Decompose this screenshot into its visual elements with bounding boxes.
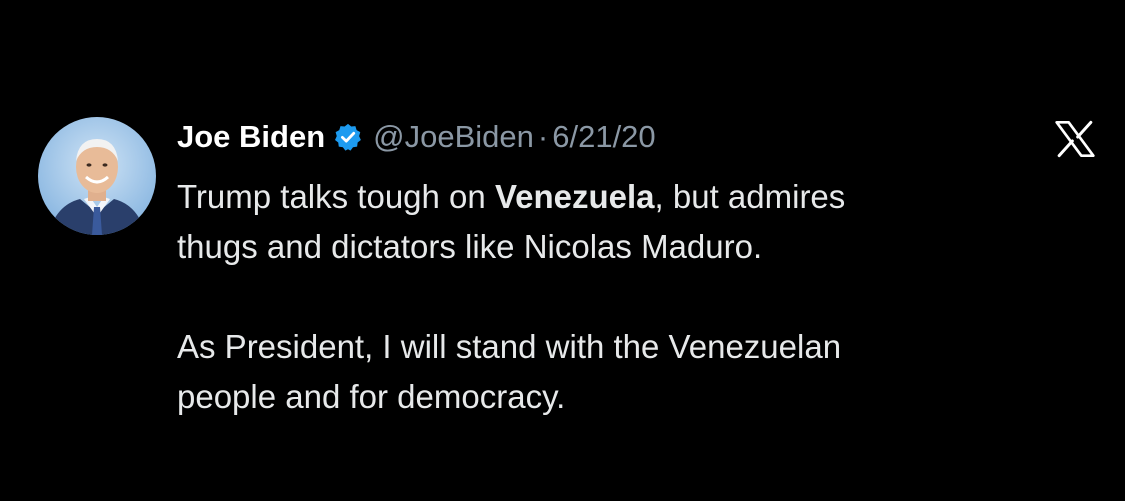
text-segment: Trump talks tough on — [177, 178, 495, 215]
text-segment: As President, I will stand with the Vene… — [177, 328, 842, 365]
tweet-paragraph-2: As President, I will stand with the Vene… — [177, 322, 1097, 422]
tweet-text: Trump talks tough on Venezuela, but admi… — [177, 172, 1097, 422]
tweet-card[interactable]: Joe Biden @JoeBiden · 6/21/20 Trump talk… — [0, 0, 1125, 501]
author-handle[interactable]: @JoeBiden — [373, 119, 534, 155]
text-segment: , but admires — [654, 178, 846, 215]
header-separator: · — [537, 119, 549, 154]
tweet-date[interactable]: 6/21/20 — [552, 119, 655, 155]
text-segment: thugs and dictators like Nicolas Maduro. — [177, 228, 763, 265]
text-bold-segment: Venezuela — [494, 178, 655, 215]
author-name[interactable]: Joe Biden — [177, 119, 325, 155]
verified-badge-icon — [333, 122, 363, 152]
avatar[interactable] — [38, 117, 156, 235]
tweet-header: Joe Biden @JoeBiden · 6/21/20 — [177, 115, 656, 159]
text-segment: people and for democracy. — [177, 378, 566, 415]
x-logo-icon — [1055, 120, 1095, 158]
tweet-paragraph-1: Trump talks tough on Venezuela, but admi… — [177, 172, 1097, 272]
avatar-photo — [38, 117, 156, 235]
